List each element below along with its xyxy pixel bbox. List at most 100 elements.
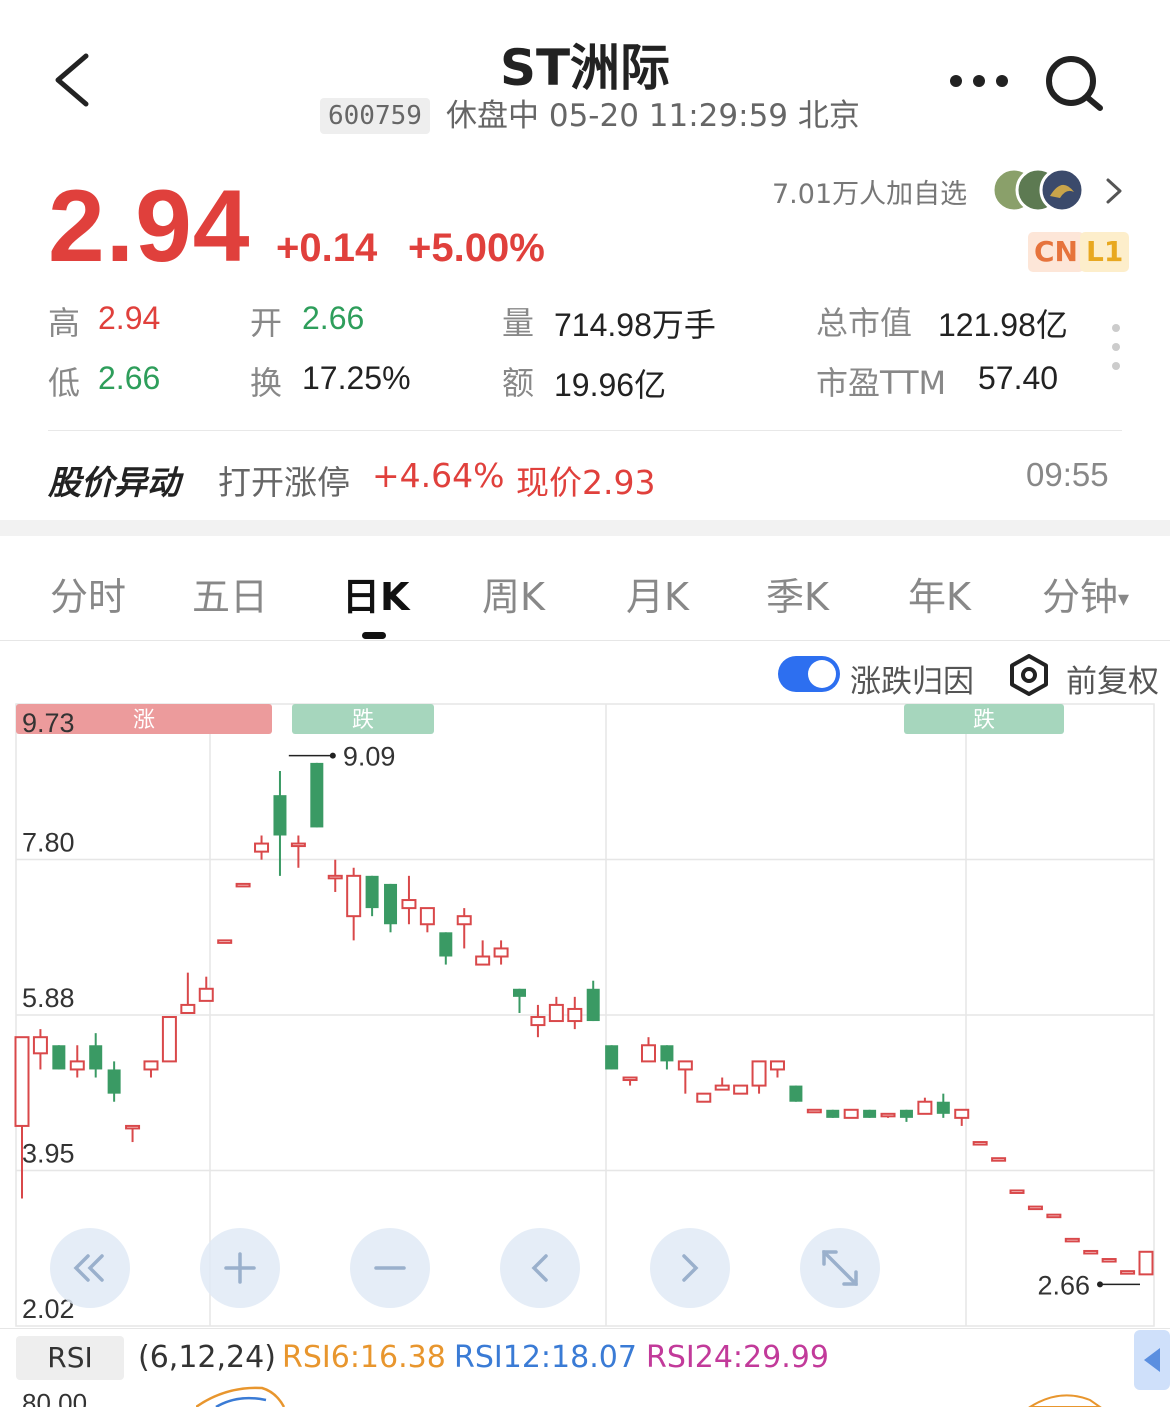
fullscreen-button[interactable]: [800, 1228, 880, 1308]
candle: [586, 980, 600, 1022]
amount-value: 19.96亿: [554, 367, 667, 403]
expand-icon: [822, 1250, 858, 1286]
tab-yearly-k[interactable]: 年K: [908, 566, 971, 621]
rsi-params: (6,12,24): [138, 1340, 276, 1375]
candle-body: [143, 1060, 159, 1071]
indicator-switch-handle[interactable]: [830, 1330, 1170, 1407]
more-stats-icon[interactable]: [1110, 322, 1122, 372]
candle-body: [567, 1007, 583, 1023]
candlestick-chart[interactable]: 涨跌跌 9.737.805.883.952.02 9.092.66: [0, 700, 1170, 1330]
candle-body: [290, 842, 306, 848]
y-tick-label: 9.73: [22, 708, 75, 738]
candle: [826, 1109, 840, 1118]
y-tick-label: 5.88: [22, 983, 75, 1013]
watcher-avatars[interactable]: [990, 166, 1088, 214]
zoom-out-button[interactable]: [350, 1228, 430, 1308]
rsi24-value: RSI24:29.99: [646, 1340, 829, 1375]
turnover-value: 17.25%: [302, 360, 411, 396]
price-anomaly-pct: +4.64%: [372, 456, 505, 495]
candle-body: [622, 1076, 638, 1082]
candle-body: [660, 1045, 674, 1062]
candle: [52, 1045, 66, 1070]
open-label: 开: [250, 304, 283, 342]
candle: [899, 1109, 913, 1122]
tab-five-day[interactable]: 五日: [192, 566, 268, 621]
chevron-right-icon[interactable]: [1102, 174, 1126, 208]
mktcap-label: 总市值: [816, 304, 913, 342]
move-left-button[interactable]: [500, 1228, 580, 1308]
candle: [384, 883, 398, 933]
candle: [198, 976, 214, 1002]
search-icon[interactable]: [1042, 52, 1106, 116]
low-label: 低: [48, 364, 81, 402]
indicator-selector[interactable]: RSI: [16, 1336, 124, 1380]
candle-body: [1009, 1189, 1025, 1194]
rsi12-value: RSI12:18.07: [454, 1340, 637, 1375]
candle: [972, 1141, 988, 1146]
candle-body: [346, 874, 362, 918]
attribution-toggle[interactable]: [778, 656, 840, 692]
candle-body: [954, 1108, 970, 1119]
cn-badge: CN: [1028, 232, 1084, 272]
candle: [419, 907, 435, 933]
price-adjust-label[interactable]: 前复权: [1066, 656, 1159, 701]
candle-body: [1101, 1258, 1117, 1263]
candle: [917, 1097, 933, 1115]
attribution-label: 涨跌归因: [850, 664, 974, 700]
price-change-pct: +5.00%: [408, 226, 545, 270]
open-value: 2.66: [302, 300, 365, 336]
current-price: 2.94: [48, 169, 251, 283]
price-anomaly-title[interactable]: 股价异动: [48, 456, 180, 504]
tab-active-indicator: [362, 632, 386, 639]
candle-body: [899, 1109, 913, 1118]
max-marker-dot: [329, 752, 336, 759]
chart-grid: [15, 703, 1155, 1327]
candle: [769, 1060, 785, 1078]
candle-body: [89, 1045, 103, 1070]
candle: [14, 1036, 30, 1199]
candle-body: [733, 1084, 749, 1095]
candle-body: [936, 1101, 950, 1114]
candle-body: [180, 1003, 196, 1014]
candle: [1101, 1258, 1117, 1263]
settings-icon[interactable]: [1008, 654, 1050, 696]
max-price-label: 9.09: [343, 742, 396, 772]
tab-daily-k[interactable]: 日K: [342, 566, 409, 621]
candle: [493, 940, 509, 965]
more-icon[interactable]: [948, 72, 1010, 90]
candle-body: [1120, 1270, 1136, 1275]
candle: [217, 939, 233, 944]
zoom-in-button[interactable]: [200, 1228, 280, 1308]
tab-quarterly-k[interactable]: 季K: [766, 566, 829, 621]
mktcap-value: 121.98亿: [938, 307, 1068, 343]
candle-body: [769, 1060, 785, 1071]
pe-value: 57.40: [978, 360, 1059, 396]
min-marker-dot: [1097, 1281, 1103, 1288]
candle-body: [513, 988, 527, 997]
move-right-button[interactable]: [650, 1228, 730, 1308]
candle-body: [548, 1003, 564, 1023]
candle-body: [125, 1124, 141, 1130]
high-value: 2.94: [98, 300, 161, 336]
candle-body: [69, 1060, 85, 1071]
candle: [622, 1076, 638, 1086]
candle: [863, 1109, 877, 1118]
candle: [1046, 1213, 1062, 1219]
tab-monthly-k[interactable]: 月K: [626, 566, 689, 621]
watchlist-count[interactable]: 7.01万人加自选: [772, 172, 967, 211]
candle-body: [384, 883, 398, 925]
tab-minute[interactable]: 分钟▾: [1042, 566, 1129, 621]
candle: [1064, 1237, 1080, 1243]
market-status: 休盘中 05-20 11:29:59 北京: [446, 98, 860, 134]
candle-body: [107, 1069, 121, 1094]
candle: [567, 996, 583, 1030]
tab-weekly-k[interactable]: 周K: [482, 566, 545, 621]
price-anomaly-current: 现价2.93: [516, 463, 656, 502]
candle: [1120, 1270, 1136, 1275]
candle-body: [32, 1036, 48, 1055]
tab-intraday[interactable]: 分时: [50, 566, 126, 621]
candle: [290, 835, 306, 868]
y-tick-label: 3.95: [22, 1139, 75, 1169]
candle: [89, 1033, 103, 1078]
rewind-button[interactable]: [50, 1228, 130, 1308]
